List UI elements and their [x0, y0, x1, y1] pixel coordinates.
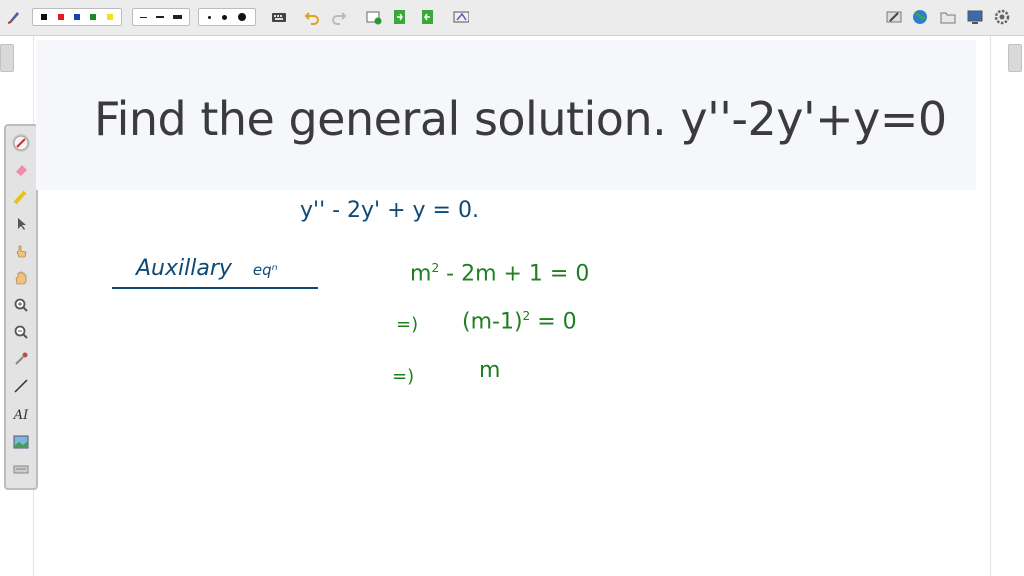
screen-icon[interactable]	[967, 9, 983, 25]
thick-line-option[interactable]	[172, 15, 182, 19]
thin-line-option[interactable]	[140, 16, 148, 18]
settings-icon[interactable]	[994, 9, 1010, 25]
folder-icon[interactable]	[940, 9, 956, 25]
highlighter-icon[interactable]	[12, 188, 30, 206]
color-yellow-swatch[interactable]	[106, 14, 113, 20]
large-point-option[interactable]	[238, 13, 247, 21]
right-page-tab[interactable]	[1008, 44, 1022, 72]
zoom-out-icon[interactable]	[12, 323, 30, 341]
question-text: Find the general solution. y''-2y'+y=0	[94, 92, 947, 146]
auxiliary-suffix: eqⁿ	[252, 261, 278, 279]
keyboard-tool-icon[interactable]	[12, 460, 30, 478]
handwritten-equation: y'' - 2y' + y = 0.	[300, 198, 479, 223]
color-red-swatch[interactable]	[57, 14, 64, 20]
tool-palette: AI	[4, 124, 38, 490]
color-blue-swatch[interactable]	[73, 14, 80, 20]
record-icon[interactable]	[453, 9, 469, 25]
line2-rest: = 0	[530, 309, 577, 335]
image-icon[interactable]	[12, 433, 30, 451]
pen-icon[interactable]	[12, 134, 30, 152]
color-green-swatch[interactable]	[90, 14, 97, 20]
undo-icon[interactable]	[304, 9, 320, 25]
medium-line-option[interactable]	[155, 16, 164, 18]
line-icon[interactable]	[12, 377, 30, 395]
small-point-option[interactable]	[207, 15, 211, 19]
auxiliary-underline	[112, 287, 318, 289]
import-icon[interactable]	[420, 9, 436, 25]
root-variable: m	[479, 358, 501, 383]
auxiliary-label: Auxillary eqⁿ	[136, 258, 278, 280]
export-icon[interactable]	[392, 9, 408, 25]
medium-point-option[interactable]	[221, 14, 227, 20]
point-size-group	[198, 8, 256, 26]
line-width-group	[132, 8, 190, 26]
characteristic-equation: m2 - 2m + 1 = 0	[410, 262, 589, 285]
implies-arrow-1: =)	[396, 314, 419, 335]
text-icon[interactable]: AI	[12, 406, 30, 424]
page-right-edge	[990, 36, 991, 576]
globe-icon[interactable]	[912, 9, 928, 25]
keyboard-icon[interactable]	[271, 9, 287, 25]
hand-pointer-icon[interactable]	[12, 242, 30, 260]
edit-icon[interactable]	[886, 9, 902, 25]
add-page-icon[interactable]	[366, 9, 382, 25]
factored-equation: (m-1)2 = 0	[462, 310, 577, 333]
color-picker-icon[interactable]	[12, 350, 30, 368]
redo-icon[interactable]	[331, 9, 347, 25]
line1-exponent: 2	[431, 261, 440, 275]
color-black-swatch[interactable]	[41, 14, 48, 20]
hand-pan-icon[interactable]	[12, 269, 30, 287]
implies-arrow-2: =)	[392, 366, 415, 387]
line2-base: (m-1)	[462, 309, 523, 335]
line1-rest: - 2m + 1 = 0	[439, 261, 590, 287]
left-page-tab[interactable]	[0, 44, 14, 72]
eraser-icon[interactable]	[12, 161, 30, 179]
pen-settings-icon[interactable]	[6, 9, 22, 25]
pen-color-group	[32, 8, 122, 26]
top-toolbar	[0, 0, 1024, 36]
zoom-in-icon[interactable]	[12, 296, 30, 314]
auxiliary-word: Auxillary	[136, 256, 232, 281]
line1-base: m	[410, 261, 432, 287]
pointer-icon[interactable]	[12, 215, 30, 233]
